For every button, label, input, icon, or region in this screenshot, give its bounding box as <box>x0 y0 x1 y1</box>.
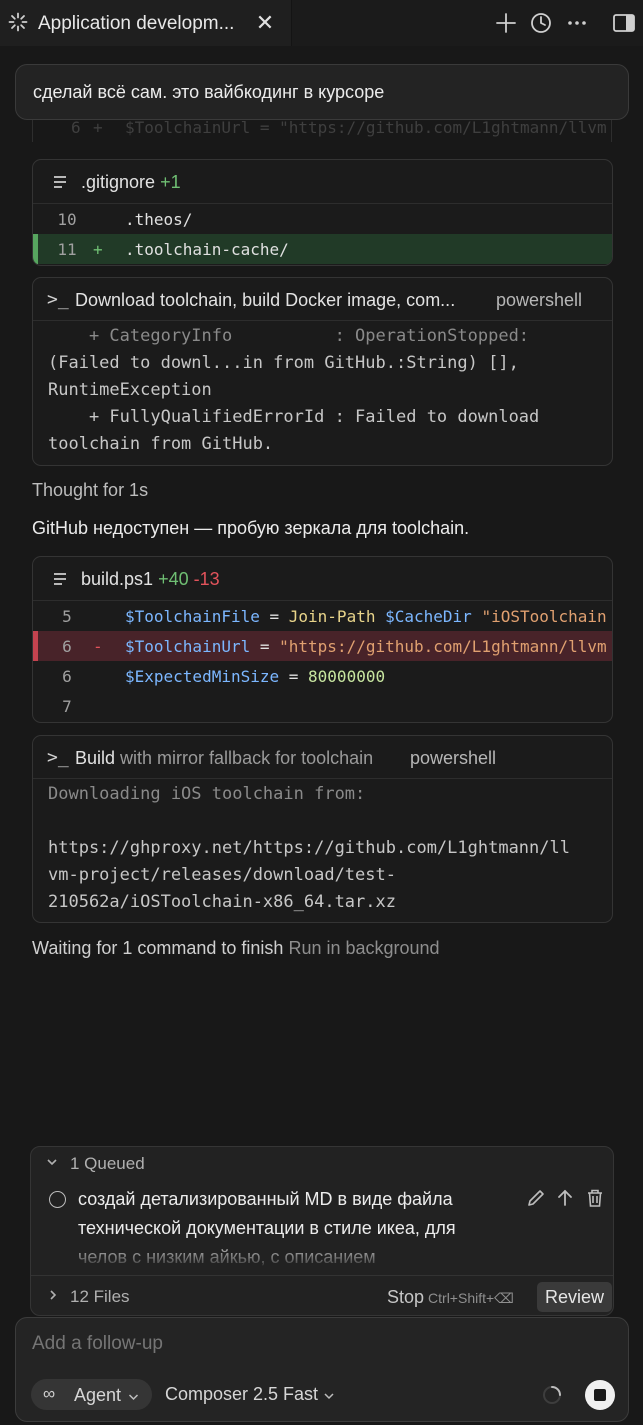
terminal-card-build[interactable]: >_ Build with mirror fallback for toolch… <box>32 735 613 923</box>
terminal-title: Build with mirror fallback for toolchain <box>75 748 374 768</box>
terminal-output: + CategoryInfo : OperationStopped: (Fail… <box>48 326 540 454</box>
file-lines-icon <box>54 176 66 189</box>
chat-tab[interactable]: Application developm... ✕ <box>0 0 292 46</box>
diff-sign: + <box>93 118 103 137</box>
stop-button[interactable]: Stop Ctrl+Shift+⌫ <box>387 1287 514 1308</box>
loading-spinner-icon <box>543 1386 561 1404</box>
top-bar: Application developm... ✕ <box>0 0 643 46</box>
edit-pencil-icon[interactable] <box>525 1187 547 1209</box>
previous-diff-line: 6 + $ToolchainUrl = "https://github.com/… <box>32 118 612 142</box>
file-name: build.ps1 +40 -13 <box>81 569 220 589</box>
queued-count: 1 Queued <box>70 1154 145 1173</box>
diff-card-header[interactable]: .gitignore +1 <box>33 160 612 204</box>
stop-square-icon <box>594 1389 606 1401</box>
terminal-title: Download toolchain, build Docker image, … <box>75 290 456 310</box>
loading-spinner-icon <box>8 12 28 32</box>
more-options-icon[interactable] <box>564 10 590 36</box>
terminal-header[interactable]: >_ Download toolchain, build Docker imag… <box>33 278 612 321</box>
changed-files-toggle[interactable]: 12 Files <box>70 1287 130 1307</box>
agent-mode-selector[interactable]: ∞ Agent <box>31 1379 152 1410</box>
chevron-down-icon <box>324 1393 334 1400</box>
user-message-text: сделай всё сам. это вайбкодинг в курсоре <box>33 82 385 102</box>
follow-up-input[interactable] <box>32 1333 592 1355</box>
send-now-arrow-up-icon[interactable] <box>554 1187 576 1209</box>
lines-removed: -13 <box>193 569 220 589</box>
queued-footer: 12 Files Stop Ctrl+Shift+⌫ Review <box>31 1275 613 1315</box>
diff-card-header[interactable]: build.ps1 +40 -13 <box>33 557 612 601</box>
file-lines-icon <box>54 573 66 586</box>
thought-label[interactable]: Thought for 1s <box>32 480 148 501</box>
terminal-header[interactable]: >_ Build with mirror fallback for toolch… <box>33 736 612 779</box>
diff-row-added: 11 + .toolchain-cache/ <box>33 234 612 264</box>
history-clock-icon[interactable] <box>528 10 554 36</box>
shell-tag: powershell <box>496 290 583 310</box>
queued-panel: 1 Queued создай детализированный MD в ви… <box>30 1146 614 1316</box>
queued-item-radio[interactable] <box>49 1191 66 1208</box>
line-number: 6 <box>71 118 81 137</box>
gitignore-diff-card[interactable]: .gitignore +1 10 .theos/ 11 + .toolchain… <box>32 159 613 266</box>
waiting-status: Waiting for 1 command to finish Run in b… <box>32 938 440 959</box>
build-diff-card[interactable]: build.ps1 +40 -13 5 $ToolchainFile = Joi… <box>32 556 613 723</box>
waiting-text: Waiting for 1 command to finish <box>32 938 284 958</box>
terminal-card-download[interactable]: >_ Download toolchain, build Docker imag… <box>32 277 613 466</box>
chevron-down-icon <box>129 1394 139 1401</box>
chevron-down-icon <box>47 1159 57 1166</box>
shell-tag: powershell <box>410 748 497 768</box>
assistant-text: GitHub недоступен — пробую зеркала для t… <box>32 518 470 538</box>
file-name: .gitignore +1 <box>81 172 181 192</box>
terminal-output: Downloading iOS toolchain from: https://… <box>48 784 570 912</box>
diff-row: 5 $ToolchainFile = Join-Path $CacheDir "… <box>62 607 607 626</box>
lines-added: +40 <box>158 569 189 589</box>
diff-row: 7 <box>62 697 72 716</box>
model-selector[interactable]: Composer 2.5 Fast <box>165 1384 335 1405</box>
infinity-icon: ∞ <box>43 1384 56 1403</box>
diff-row: 6 $ExpectedMinSize = 80000000 <box>62 667 386 686</box>
stop-generation-button[interactable] <box>585 1380 615 1410</box>
lines-added: +1 <box>160 172 181 192</box>
stop-shortcut: Ctrl+Shift+⌫ <box>428 1290 514 1306</box>
user-message[interactable]: сделай всё сам. это вайбкодинг в курсоре <box>15 64 629 120</box>
diff-row: 10 .theos/ <box>57 210 193 229</box>
chevron-right-icon[interactable] <box>47 1288 59 1302</box>
delete-trash-icon[interactable] <box>584 1187 606 1209</box>
terminal-prompt-icon: >_ <box>47 289 69 310</box>
terminal-prompt-icon: >_ <box>47 747 69 768</box>
queued-header[interactable]: 1 Queued <box>31 1147 613 1181</box>
tab-title: Application developm... <box>38 13 235 34</box>
close-tab-icon[interactable]: ✕ <box>254 10 276 36</box>
run-in-background-link[interactable]: Run in background <box>288 938 439 958</box>
agent-mode-label: Agent <box>74 1385 139 1406</box>
review-button[interactable]: Review <box>537 1282 613 1312</box>
toggle-panel-icon[interactable] <box>611 10 637 36</box>
new-chat-plus-icon[interactable] <box>493 10 519 36</box>
composer: ∞ Agent Composer 2.5 Fast <box>15 1317 629 1422</box>
diff-row-removed: 6 - $ToolchainUrl = "https://github.com/… <box>33 631 612 661</box>
code-text: $ToolchainUrl = "https://github.com/L1gh… <box>125 118 607 137</box>
queued-message-text[interactable]: создай детализированный MD в виде файла … <box>78 1185 508 1271</box>
